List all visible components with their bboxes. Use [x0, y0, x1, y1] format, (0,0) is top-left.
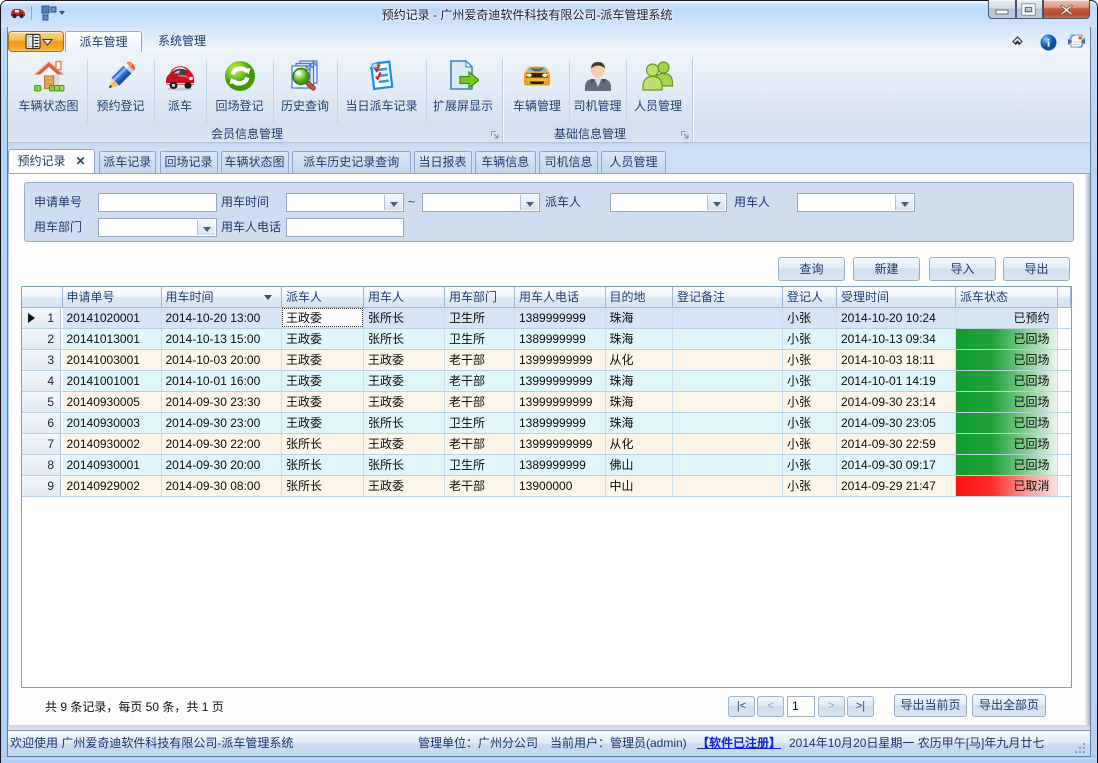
svg-text:i: i: [1047, 38, 1050, 50]
